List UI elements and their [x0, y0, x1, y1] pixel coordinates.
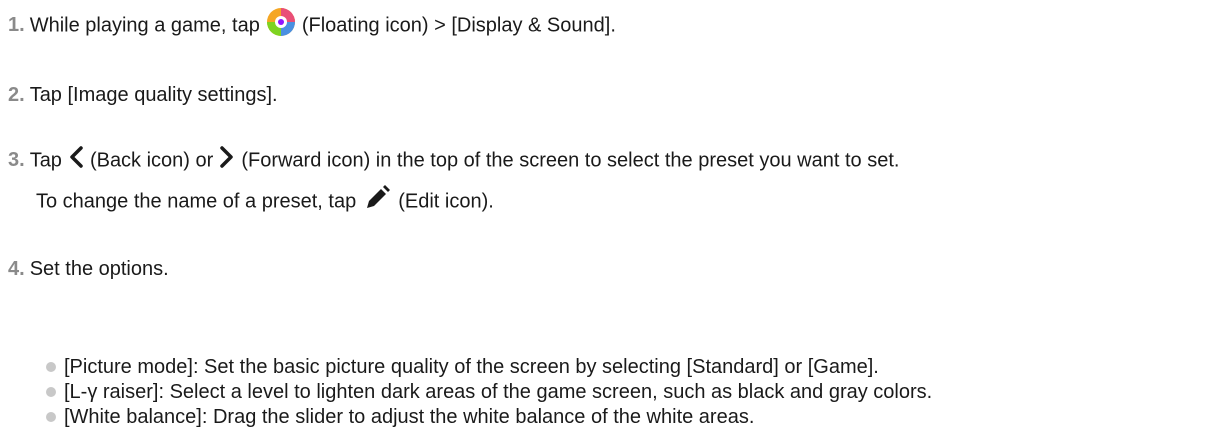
bullet-icon — [46, 412, 56, 422]
forward-icon — [219, 146, 235, 176]
bullet-icon — [46, 387, 56, 397]
step-number: 3. — [8, 149, 25, 172]
step-text: (Forward icon) in the top of the screen … — [241, 149, 900, 172]
step-number: 1. — [8, 14, 25, 37]
step-1: 1. While playing a game, tap (Floating ic… — [8, 7, 616, 45]
options-list: [Picture mode]: Set the basic picture qu… — [46, 355, 932, 430]
step-text: Set the options. — [29, 258, 169, 280]
step-number: 4. — [8, 258, 25, 280]
list-item: [White balance]: Drag the slider to adju… — [46, 405, 932, 430]
step-text: Tap [Image quality settings]. — [29, 84, 278, 106]
list-item-text: [White balance]: Drag the slider to adju… — [64, 406, 755, 428]
step-text: To change the name of a preset, tap — [36, 190, 357, 213]
step-4: 4. Set the options. — [8, 255, 169, 283]
step-2: 2. Tap [Image quality settings]. — [8, 81, 278, 109]
step-3: 3. Tap (Back icon) or (Forward icon) in the… — [8, 146, 899, 176]
bullet-icon — [46, 362, 56, 372]
list-item-text: [Picture mode]: Set the basic picture qu… — [64, 356, 879, 378]
step-text: (Edit icon). — [398, 190, 494, 213]
edit-icon — [362, 183, 392, 221]
list-item-text: [L-γ raiser]: Select a level to lighten … — [64, 381, 933, 403]
step-text: (Floating icon) > [Display & Sound]. — [301, 14, 616, 37]
floating-icon — [266, 7, 296, 45]
back-icon — [68, 146, 84, 176]
step-text: While playing a game, tap — [29, 14, 260, 37]
step-number: 2. — [8, 84, 25, 106]
list-item: [L-γ raiser]: Select a level to lighten … — [46, 380, 932, 405]
step-text: Tap — [29, 149, 62, 172]
step-text: (Back icon) or — [89, 149, 214, 172]
list-item: [Picture mode]: Set the basic picture qu… — [46, 355, 932, 380]
step-3-line-2: To change the name of a preset, tap (Edi… — [36, 183, 494, 221]
